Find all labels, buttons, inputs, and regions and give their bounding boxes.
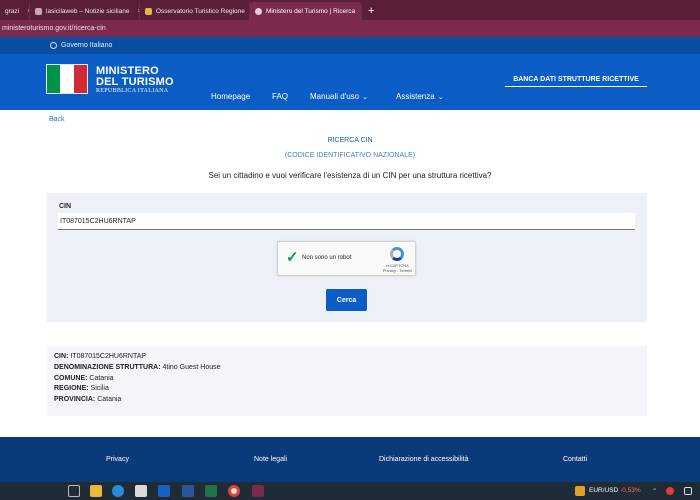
browser-tab-active[interactable]: Ministero del Turismo | Ricerca × bbox=[250, 2, 362, 20]
footer-link-privacy[interactable]: Privacy bbox=[106, 456, 129, 463]
nav-label: Assistenza bbox=[396, 92, 435, 101]
site-logo[interactable]: MINISTERO DEL TURISMO bbox=[96, 66, 174, 88]
ticker-change: -0,53% bbox=[620, 487, 641, 494]
result-label: REGIONE: bbox=[54, 385, 89, 393]
site-footer: Privacy Note legali Dichiarazione di acc… bbox=[0, 437, 700, 482]
favicon-icon bbox=[145, 7, 152, 15]
result-label: DENOMINAZIONE STRUTTURA: bbox=[54, 363, 161, 371]
tab-label: grazi bbox=[5, 7, 20, 15]
captcha-label: Non sono un robot bbox=[302, 255, 352, 261]
cin-label: CIN bbox=[59, 203, 72, 210]
browser-tab-bar: grazi × lasicilaweb – Notizie siciliane … bbox=[0, 0, 700, 20]
brand-line-3: REPUBBLICA ITALIANA bbox=[96, 88, 169, 94]
captcha-links[interactable]: Privacy - Termini bbox=[381, 268, 414, 273]
chevron-down-icon: ⌄ bbox=[437, 93, 444, 101]
result-value: Catania bbox=[89, 374, 114, 382]
file-explorer-icon[interactable] bbox=[90, 485, 102, 497]
brand-line-2: DEL TURISMO bbox=[96, 76, 174, 88]
ticker-label[interactable]: EUR/USD bbox=[589, 487, 618, 494]
gov-link[interactable]: Governo Italiano bbox=[61, 42, 112, 49]
finance-icon bbox=[575, 486, 585, 496]
result-label: CIN: bbox=[54, 353, 69, 360]
banca-dati-link[interactable]: BANCA DATI STRUTTURE RICETTIVE bbox=[505, 76, 647, 87]
captcha-brand-block: reCAPTCHA Privacy - Termini bbox=[381, 263, 414, 273]
word-icon[interactable] bbox=[182, 485, 194, 497]
outlook-icon[interactable] bbox=[158, 485, 170, 497]
result-row: COMUNE: Catania bbox=[54, 374, 640, 385]
footer-link-contatti[interactable]: Contatti bbox=[563, 456, 587, 463]
result-value: Sicilia bbox=[90, 385, 109, 393]
nav-manuali[interactable]: Manuali d'uso ⌄ bbox=[310, 92, 368, 101]
site-header: MINISTERO DEL TURISMO REPUBBLICA ITALIAN… bbox=[0, 54, 700, 110]
url-text: ministeroturismo.gov.it/ricerca-cin bbox=[2, 25, 106, 32]
chevron-down-icon: ⌄ bbox=[362, 93, 368, 101]
italian-flag-icon bbox=[46, 64, 88, 94]
tray-chevron-up-icon[interactable]: ⌃ bbox=[652, 487, 657, 495]
nav-faq[interactable]: FAQ bbox=[272, 92, 288, 101]
result-row: CIN: IT087015C2HU6RNTAP bbox=[54, 352, 640, 363]
nav-label: Manuali d'uso bbox=[310, 92, 360, 101]
favicon-icon bbox=[255, 7, 262, 15]
footer-link-note-legali[interactable]: Note legali bbox=[254, 456, 287, 463]
page-question: Sei un cittadino e vuoi verificare l'esi… bbox=[208, 171, 492, 180]
cin-input[interactable] bbox=[58, 213, 635, 230]
recaptcha-widget[interactable]: ✓ Non sono un robot reCAPTCHA Privacy - … bbox=[277, 241, 416, 276]
result-label: PROVINCIA: bbox=[54, 396, 96, 404]
tray-network-icon[interactable] bbox=[684, 487, 692, 495]
address-bar[interactable]: ministeroturismo.gov.it/ricerca-cin bbox=[0, 20, 700, 37]
nav-label: Homepage bbox=[211, 92, 251, 101]
gov-strip: Governo Italiano bbox=[0, 37, 700, 54]
new-tab-button[interactable]: + bbox=[362, 2, 380, 20]
photos-icon[interactable] bbox=[135, 485, 147, 497]
search-form: CIN ✓ Non sono un robot reCAPTCHA Privac… bbox=[47, 193, 647, 322]
page-title: RICERCA CIN bbox=[327, 137, 373, 144]
result-row: REGIONE: Sicilia bbox=[54, 384, 640, 395]
snip-icon[interactable] bbox=[252, 485, 264, 497]
nav-label: FAQ bbox=[272, 92, 289, 101]
result-row: DENOMINAZIONE STRUTTURA: 4tino Guest Hou… bbox=[54, 363, 640, 374]
result-value: Catania bbox=[97, 396, 122, 404]
page-subtitle: (CODICE IDENTIFICATIVO NAZIONALE) bbox=[284, 152, 416, 159]
footer-link-accessibilita[interactable]: Dichiarazione di accessibilità bbox=[379, 456, 469, 463]
task-view-icon[interactable] bbox=[68, 485, 80, 497]
result-label: COMUNE: bbox=[54, 374, 88, 382]
tray-app-icon[interactable] bbox=[666, 487, 674, 495]
edge-icon[interactable] bbox=[112, 485, 124, 497]
emblem-icon bbox=[50, 42, 57, 49]
result-card: CIN: IT087015C2HU6RNTAP DENOMINAZIONE ST… bbox=[47, 346, 647, 416]
tab-label: Ministero del Turismo | Ricerca bbox=[266, 7, 356, 15]
back-link[interactable]: Back bbox=[49, 116, 65, 123]
result-value: 4tino Guest House bbox=[162, 363, 221, 371]
nav-assistenza[interactable]: Assistenza ⌄ bbox=[396, 92, 444, 101]
excel-icon[interactable] bbox=[205, 485, 217, 497]
browser-tab[interactable]: grazi × bbox=[0, 2, 30, 20]
os-taskbar: EUR/USD -0,53% ⌃ bbox=[0, 482, 700, 500]
browser-tab[interactable]: Osservatorio Turistico Regione × bbox=[140, 2, 250, 20]
favicon-icon bbox=[35, 7, 42, 15]
browser-tab[interactable]: lasicilaweb – Notizie siciliane × bbox=[30, 2, 140, 20]
chrome-icon[interactable] bbox=[228, 485, 240, 497]
tab-label: Osservatorio Turistico Regione bbox=[156, 7, 245, 15]
tab-label: lasicilaweb – Notizie siciliane bbox=[46, 7, 130, 15]
nav-homepage[interactable]: Homepage bbox=[211, 92, 250, 101]
recaptcha-logo-icon bbox=[390, 247, 404, 261]
result-value: IT087015C2HU6RNTAP bbox=[70, 353, 147, 360]
cerca-button[interactable]: Cerca bbox=[326, 289, 367, 311]
result-row: PROVINCIA: Catania bbox=[54, 395, 640, 406]
checkmark-icon[interactable]: ✓ bbox=[286, 250, 299, 265]
